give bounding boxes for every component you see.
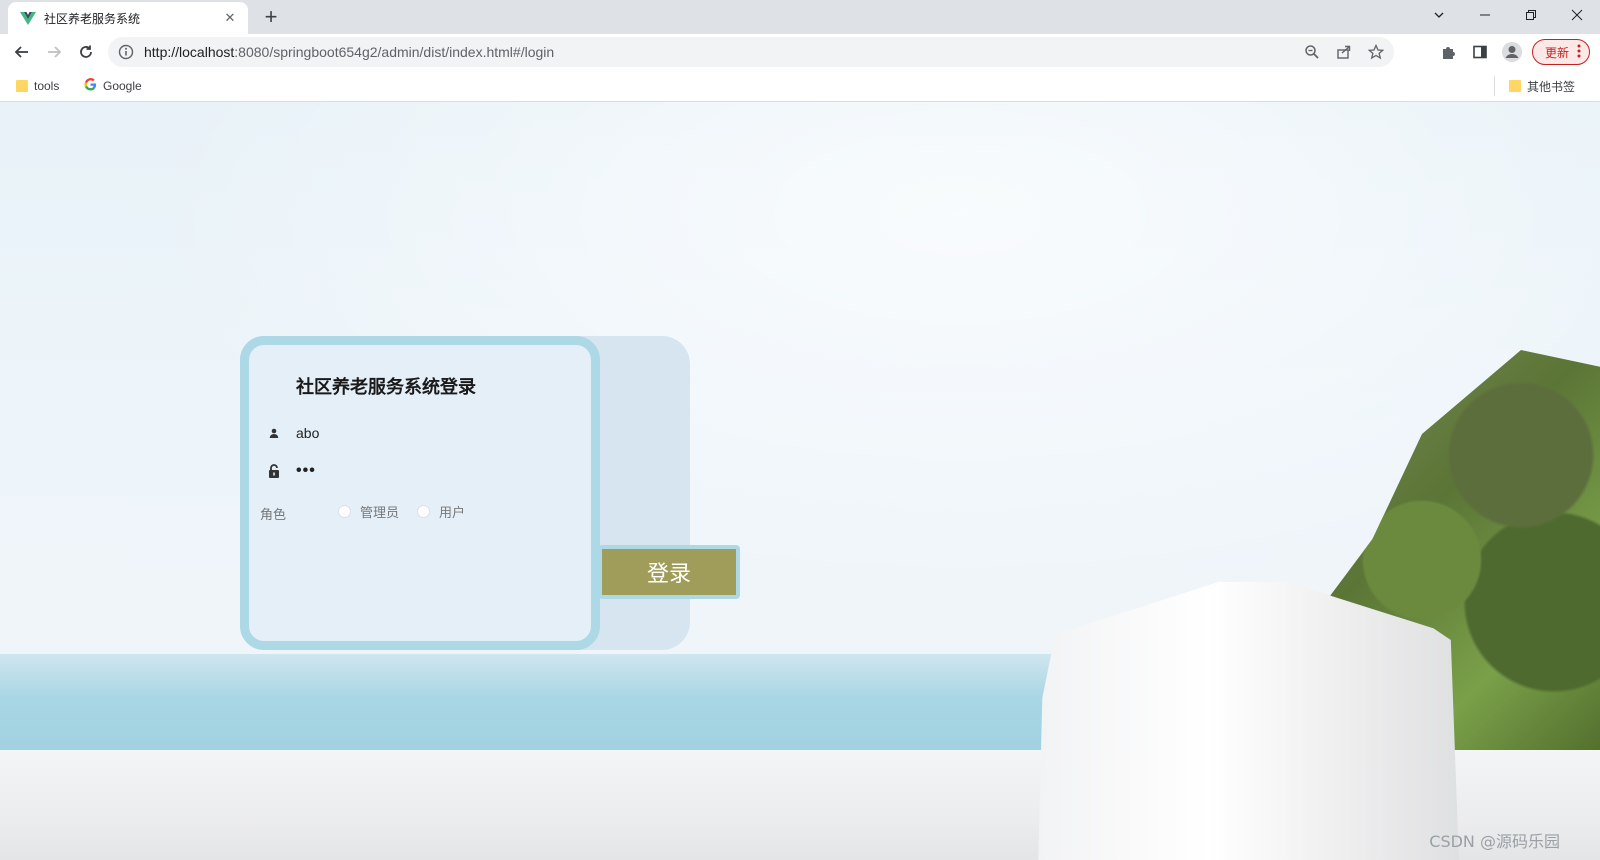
- password-row: •••: [262, 459, 556, 483]
- bookmark-label: Google: [103, 79, 142, 93]
- watermark: CSDN @源码乐园: [1429, 832, 1560, 851]
- kebab-icon: [1577, 44, 1581, 61]
- role-radio-group: 管理员 用户: [338, 502, 483, 521]
- close-icon[interactable]: ✕: [222, 10, 238, 26]
- username-input[interactable]: [296, 421, 556, 445]
- profile-icon[interactable]: [1500, 38, 1524, 66]
- bookmark-label: tools: [34, 79, 60, 93]
- radio-circle[interactable]: [417, 505, 431, 518]
- bookmark-google[interactable]: Google: [84, 76, 142, 96]
- tab-strip: 社区养老服务系统 ✕ +: [0, 0, 1600, 34]
- user-icon: [262, 421, 286, 445]
- restore-icon[interactable]: [1508, 0, 1554, 30]
- other-bookmarks[interactable]: 其他书签: [1494, 76, 1575, 96]
- tab-title: 社区养老服务系统: [44, 11, 141, 26]
- url-text: http://localhost:8080/springboot654g2/ad…: [144, 44, 554, 60]
- username-row: [262, 421, 556, 445]
- star-icon[interactable]: [1366, 42, 1386, 62]
- chevron-down-icon[interactable]: [1416, 0, 1462, 30]
- role-option-label: 管理员: [360, 505, 400, 520]
- forward-arrow-icon[interactable]: [40, 38, 68, 66]
- role-label: 角色: [260, 507, 287, 522]
- reload-icon[interactable]: [72, 38, 100, 66]
- google-icon: [84, 78, 97, 94]
- background-pillar: [1038, 582, 1460, 860]
- bookmark-tools[interactable]: tools: [16, 76, 59, 96]
- folder-icon: [16, 80, 28, 92]
- browser-tab[interactable]: 社区养老服务系统 ✕: [8, 2, 248, 34]
- share-icon[interactable]: [1334, 42, 1354, 62]
- radio-circle[interactable]: [338, 505, 351, 518]
- update-button[interactable]: 更新: [1531, 39, 1590, 65]
- password-input[interactable]: •••: [296, 459, 556, 483]
- minimize-icon[interactable]: [1462, 0, 1508, 30]
- back-arrow-icon[interactable]: [8, 38, 36, 66]
- puzzle-icon[interactable]: [1436, 38, 1460, 66]
- window-close-icon[interactable]: [1554, 0, 1600, 30]
- plus-icon[interactable]: +: [258, 4, 284, 30]
- url-path: :8080/springboot654g2/admin/dist/index.h…: [234, 44, 555, 60]
- update-label: 更新: [1544, 45, 1569, 60]
- vue-favicon: [20, 10, 36, 26]
- window-controls: [1416, 0, 1600, 30]
- browser-toolbar: http://localhost:8080/springboot654g2/ad…: [0, 34, 1600, 70]
- role-radio-admin[interactable]: 管理员: [338, 502, 399, 521]
- url-host: http://localhost: [144, 44, 235, 60]
- login-page: 社区养老服务系统登录 ••• 角色 管理员 用户 登录 CSDN @源码乐园: [0, 102, 1600, 860]
- login-button[interactable]: 登录: [598, 545, 740, 599]
- login-title: 社区养老服务系统登录: [296, 377, 476, 397]
- folder-icon: [1509, 80, 1521, 92]
- bookmarks-bar: tools Google 其他书签: [0, 70, 1600, 102]
- sidepanel-icon[interactable]: [1468, 38, 1492, 66]
- role-radio-user[interactable]: 用户: [417, 502, 465, 521]
- role-option-label: 用户: [439, 505, 466, 520]
- zoom-icon[interactable]: [1302, 42, 1322, 62]
- address-bar[interactable]: http://localhost:8080/springboot654g2/ad…: [108, 37, 1394, 67]
- info-icon[interactable]: [118, 44, 134, 60]
- lock-icon: [262, 459, 286, 483]
- other-bookmarks-label: 其他书签: [1527, 79, 1576, 94]
